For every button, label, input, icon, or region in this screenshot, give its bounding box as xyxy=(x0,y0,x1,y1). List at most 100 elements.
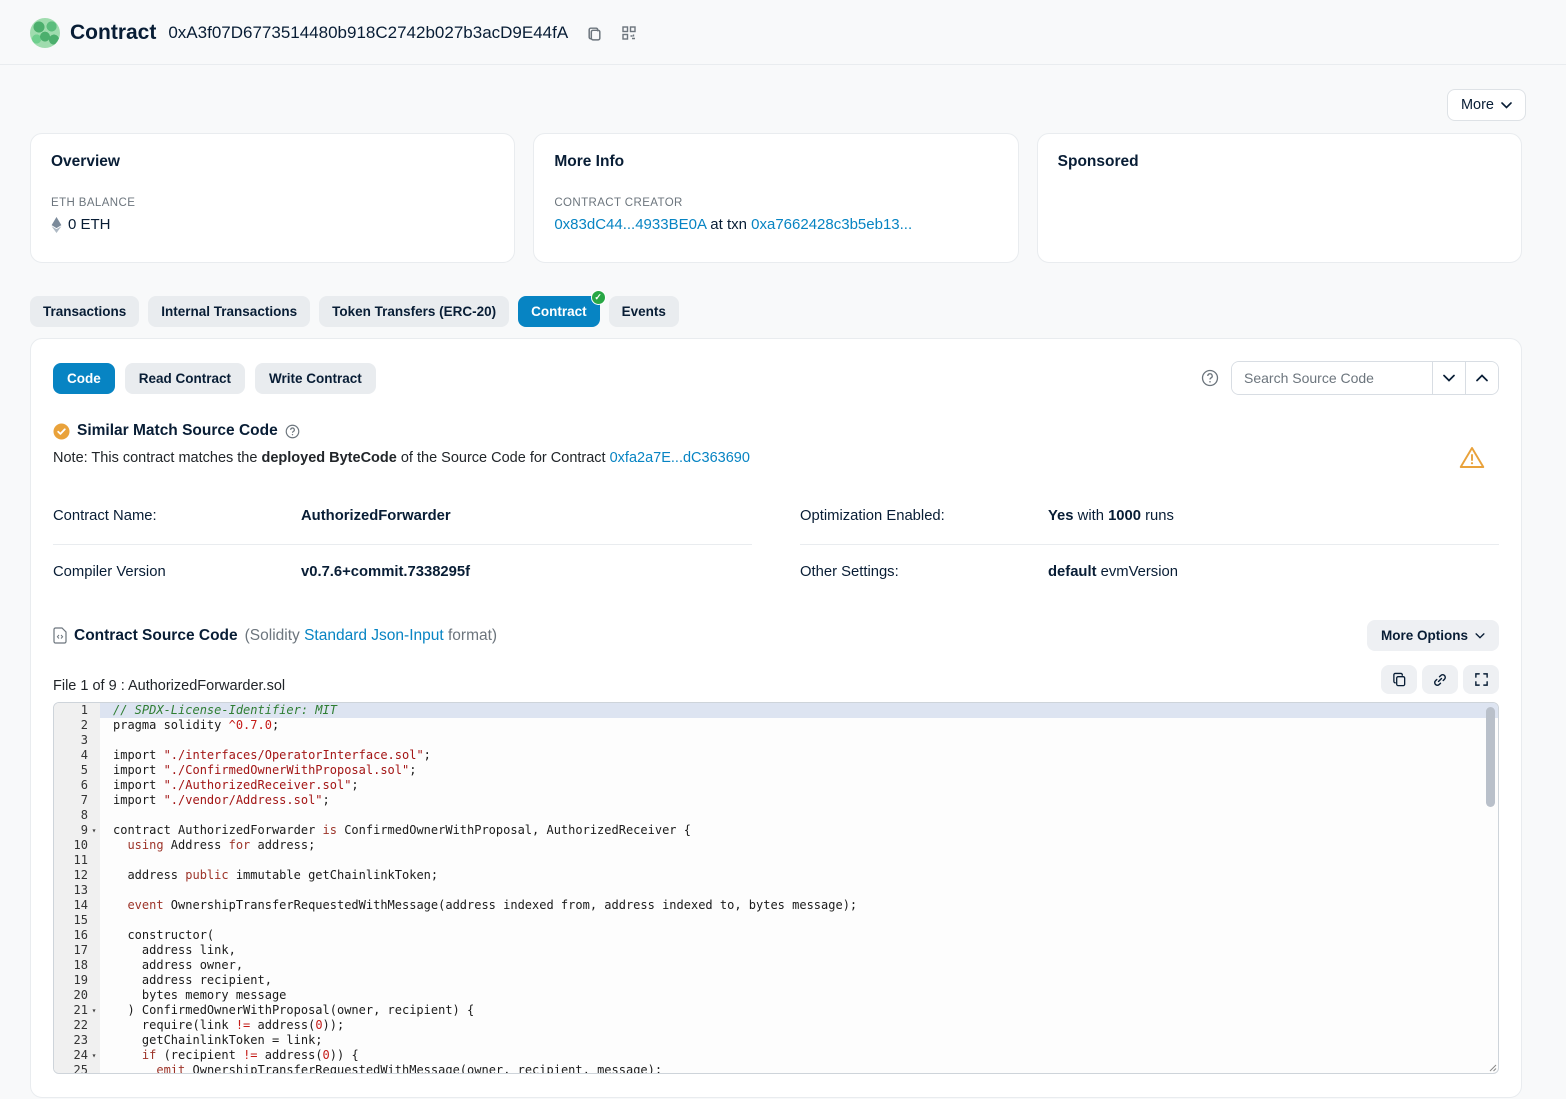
code-line: 5 import "./ConfirmedOwnerWithProposal.s… xyxy=(54,763,1498,778)
warning-triangle-icon[interactable] xyxy=(1459,446,1485,469)
code-text xyxy=(100,853,1498,868)
line-number-gutter[interactable]: 20 xyxy=(54,988,100,1003)
verified-badge-icon: ✓ xyxy=(591,290,606,305)
source-search-group xyxy=(1231,361,1499,395)
line-number: 4 xyxy=(81,748,88,763)
subtab-label: Read Contract xyxy=(139,371,231,386)
line-number-gutter[interactable]: 18 xyxy=(54,958,100,973)
line-number: 23 xyxy=(74,1033,88,1048)
resize-handle[interactable] xyxy=(1487,1062,1497,1072)
page-header: Contract 0xA3f07D6773514480b918C2742b027… xyxy=(0,0,1566,64)
line-number: 2 xyxy=(81,718,88,733)
tab-label: Contract xyxy=(531,304,587,319)
line-number-gutter[interactable]: 14 xyxy=(54,898,100,913)
chevron-down-icon xyxy=(1501,102,1512,109)
line-number-gutter[interactable]: 9 ▾ xyxy=(54,823,100,838)
line-number-gutter[interactable]: 21 ▾ xyxy=(54,1003,100,1018)
tab[interactable]: Transactions ✓ xyxy=(30,296,139,327)
subtab[interactable]: Read Contract xyxy=(125,363,245,394)
tab-label: Token Transfers (ERC-20) xyxy=(332,304,496,319)
line-number-gutter[interactable]: 15 xyxy=(54,913,100,928)
line-number: 12 xyxy=(74,868,88,883)
line-number-gutter[interactable]: 23 xyxy=(54,1033,100,1048)
code-line: 15 xyxy=(54,913,1498,928)
line-number-gutter[interactable]: 6 xyxy=(54,778,100,793)
line-number-gutter[interactable]: 4 xyxy=(54,748,100,763)
code-line: 11 xyxy=(54,853,1498,868)
eth-balance-label: ETH BALANCE xyxy=(51,197,494,209)
line-number-gutter[interactable]: 1 xyxy=(54,703,100,718)
line-number: 13 xyxy=(74,883,88,898)
creation-txn-link[interactable]: 0xa7662428c3b5eb13... xyxy=(751,216,912,233)
subtab-label: Code xyxy=(67,371,101,386)
line-number: 6 xyxy=(81,778,88,793)
line-number: 9 xyxy=(81,823,88,838)
subtab[interactable]: Code xyxy=(53,363,115,394)
code-text: ) ConfirmedOwnerWithProposal(owner, reci… xyxy=(100,1003,1498,1018)
line-number: 24 xyxy=(74,1048,88,1063)
more-options-button[interactable]: More Options xyxy=(1367,620,1499,651)
expand-icon xyxy=(1474,672,1489,687)
copy-source-button[interactable] xyxy=(1381,665,1417,694)
code-text: emit OwnershipTransferRequestedWithMessa… xyxy=(100,1063,1498,1073)
code-line: 13 xyxy=(54,883,1498,898)
at-txn-text: at txn xyxy=(706,216,751,233)
expand-button[interactable] xyxy=(1463,665,1499,694)
copy-icon xyxy=(1392,672,1407,687)
compiler-version-label: Compiler Version xyxy=(53,564,301,580)
source-code-editor[interactable]: 1 // SPDX-License-Identifier: MIT 2 prag… xyxy=(53,702,1499,1074)
line-number-gutter[interactable]: 13 xyxy=(54,883,100,898)
line-number-gutter[interactable]: 2 xyxy=(54,718,100,733)
code-line: 25 emit OwnershipTransferRequestedWithMe… xyxy=(54,1063,1498,1073)
creator-address-link[interactable]: 0x83dC44...4933BE0A xyxy=(554,216,706,233)
tab[interactable]: Token Transfers (ERC-20) ✓ xyxy=(319,296,509,327)
fold-arrow-icon[interactable]: ▾ xyxy=(88,1048,100,1063)
line-number-gutter[interactable]: 12 xyxy=(54,868,100,883)
grid-icon[interactable] xyxy=(621,25,637,41)
code-text: address recipient, xyxy=(100,973,1498,988)
line-number-gutter[interactable]: 11 xyxy=(54,853,100,868)
search-source-input[interactable] xyxy=(1232,362,1432,394)
line-number-gutter[interactable]: 16 xyxy=(54,928,100,943)
source-code-title: Contract Source Code xyxy=(74,627,238,645)
line-number-gutter[interactable]: 8 xyxy=(54,808,100,823)
more-info-card: More Info CONTRACT CREATOR 0x83dC44...49… xyxy=(533,133,1018,263)
similar-match-badge-icon xyxy=(53,423,70,440)
help-icon[interactable] xyxy=(1201,369,1219,387)
line-number-gutter[interactable]: 25 xyxy=(54,1063,100,1073)
contract-name-value: AuthorizedForwarder xyxy=(301,508,451,524)
file-icon xyxy=(53,627,67,644)
line-number-gutter[interactable]: 24 ▾ xyxy=(54,1048,100,1063)
code-line: 17 address link, xyxy=(54,943,1498,958)
line-number-gutter[interactable]: 17 xyxy=(54,943,100,958)
code-line: 14 event OwnershipTransferRequestedWithM… xyxy=(54,898,1498,913)
similar-match-title: Similar Match Source Code xyxy=(77,422,278,440)
line-number-gutter[interactable]: 5 xyxy=(54,763,100,778)
code-text xyxy=(100,733,1498,748)
code-line: 6 import "./AuthorizedReceiver.sol"; xyxy=(54,778,1498,793)
chevron-down-icon xyxy=(1475,633,1485,639)
line-number-gutter[interactable]: 3 xyxy=(54,733,100,748)
tab[interactable]: Contract ✓ xyxy=(518,296,600,327)
sponsored-card: Sponsored xyxy=(1037,133,1522,263)
fold-arrow-icon[interactable]: ▾ xyxy=(88,823,100,838)
subtab[interactable]: Write Contract xyxy=(255,363,376,394)
line-number: 10 xyxy=(74,838,88,853)
line-number: 14 xyxy=(74,898,88,913)
more-button[interactable]: More xyxy=(1447,89,1526,121)
permalink-button[interactable] xyxy=(1422,665,1458,694)
line-number-gutter[interactable]: 7 xyxy=(54,793,100,808)
copy-address-icon[interactable] xyxy=(586,25,603,42)
line-number-gutter[interactable]: 22 xyxy=(54,1018,100,1033)
search-next-button[interactable] xyxy=(1465,362,1498,394)
more-button-label: More xyxy=(1461,97,1494,113)
line-number-gutter[interactable]: 10 xyxy=(54,838,100,853)
search-prev-button[interactable] xyxy=(1432,362,1465,394)
contract-panel: Code Read Contract Write Contract xyxy=(30,338,1522,1098)
fold-arrow-icon[interactable]: ▾ xyxy=(88,1003,100,1018)
tab[interactable]: Internal Transactions ✓ xyxy=(148,296,310,327)
line-number-gutter[interactable]: 19 xyxy=(54,973,100,988)
code-scrollbar-thumb[interactable] xyxy=(1486,707,1495,807)
help-icon[interactable] xyxy=(285,424,300,439)
tab[interactable]: Events ✓ xyxy=(609,296,679,327)
